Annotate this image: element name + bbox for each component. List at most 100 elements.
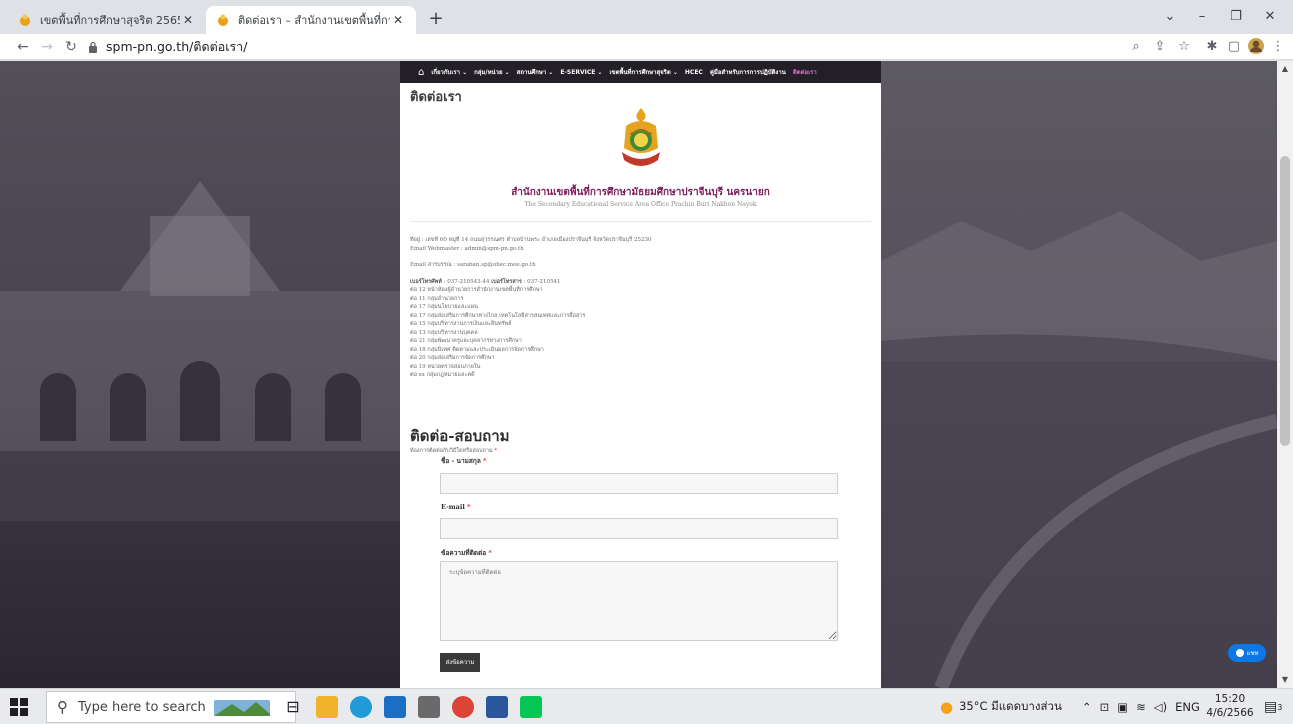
share-icon[interactable]: ⇪	[1150, 37, 1170, 57]
saraban-email-text: Email สารบรรณ : saraban.sp@obec.moe.go.t…	[410, 262, 536, 268]
clock-time: 15:20	[1214, 693, 1246, 705]
required-marker: *	[492, 448, 498, 454]
network-icon[interactable]: ⊡	[1100, 700, 1110, 714]
search-placeholder: Type here to search	[78, 699, 206, 715]
section-divider	[410, 221, 871, 222]
fax-label: เบอร์โทรสาร	[491, 278, 522, 285]
display-icon[interactable]: ▣	[1117, 700, 1128, 714]
name-field-label: ชื่อ - นามสกุล *	[441, 456, 486, 466]
site-favicon-icon	[218, 14, 228, 26]
form-hint-text: ท้องการติดต่อกับวิธีใดหรือสอบถาม	[410, 448, 493, 454]
webmaster-email-text: Email Webmaster : admin@spm-pn.go.th	[410, 245, 524, 252]
nav-item-manual[interactable]: คู่มือสำหรับการการปฏิบัติงาน	[710, 67, 786, 77]
mail-app-icon[interactable]	[384, 696, 406, 718]
required-marker: *	[486, 549, 492, 557]
extensions-icon[interactable]: ✱	[1202, 37, 1222, 57]
close-tab-icon[interactable]: ✕	[390, 13, 406, 27]
profile-avatar[interactable]	[1246, 37, 1266, 57]
address-text: ที่อยู่ : เลขที่ 60 หมู่ที่ 14 ถนนสุวรรณ…	[410, 237, 652, 243]
search-icon: ⚲	[57, 698, 68, 716]
notification-count: 3	[1277, 702, 1283, 712]
scrollbar-thumb[interactable]	[1280, 156, 1290, 446]
nav-item-about[interactable]: เกี่ยวกับเรา ⌄	[431, 67, 467, 77]
browser-toolbar: ← → ↻ spm-pn.go.th/ติดต่อเรา/ ⌕ ⇪ ☆ ✱ ▢ …	[0, 34, 1293, 60]
avatar-icon	[1248, 38, 1264, 54]
phone-line: เบอร์โทรศัพท์ : 037-210543-44 เบอร์โทรสา…	[410, 278, 871, 287]
site-navigation-bar: ⌂ เกี่ยวกับเรา ⌄ กลุ่ม/หน่วย ⌄ สถานศึกษา…	[400, 61, 881, 83]
close-tab-icon[interactable]: ✕	[180, 13, 196, 27]
word-app-icon[interactable]	[486, 696, 508, 718]
volume-icon[interactable]: ◁)	[1154, 700, 1167, 714]
page-scrollbar[interactable]: ▲ ▼	[1277, 61, 1293, 688]
scanner-app-icon[interactable]	[418, 696, 440, 718]
windows-taskbar: ⚲ Type here to search ⊟ ● 35°C มีแดดบางส…	[0, 688, 1293, 724]
message-field-label: ข้อความที่ติดต่อ *	[441, 548, 492, 558]
background-landscape-image	[881, 61, 1279, 688]
browser-tab-1[interactable]: เขตพื้นที่การศึกษาสุจริต 2565 – สำนั ✕	[8, 6, 206, 34]
browser-tab-2-title: ติดต่อเรา – สำนักงานเขตพื้นที่การศึกษ	[238, 14, 390, 27]
extension-list-item: ต่อ 17 กลุ่มส่งเสริมการศึกษาทางไกล เทคโน…	[410, 312, 586, 319]
nav-item-schools[interactable]: สถานศึกษา ⌄	[517, 67, 554, 77]
name-label-text: ชื่อ - นามสกุล	[441, 457, 481, 465]
email-input[interactable]	[440, 518, 838, 539]
palace-illustration	[0, 181, 400, 521]
nav-item-integrity[interactable]: เขตพื้นที่การศึกษาสุจริต ⌄	[609, 67, 677, 77]
page-content: ⌂ เกี่ยวกับเรา ⌄ กลุ่ม/หน่วย ⌄ สถานศึกษา…	[400, 61, 881, 688]
page-title: ติดต่อเรา	[410, 90, 462, 105]
extension-list-item: ต่อ 18 กลุ่มนิเทศ ติดตามและประเมินผลการจ…	[410, 346, 544, 353]
bookmark-star-icon[interactable]: ☆	[1174, 37, 1194, 57]
chrome-browser-icon[interactable]	[452, 696, 474, 718]
task-view-icon[interactable]: ⊟	[282, 696, 304, 718]
zoom-icon[interactable]: ⌕	[1126, 37, 1146, 57]
nav-item-groups[interactable]: กลุ่ม/หน่วย ⌄	[474, 67, 510, 77]
page-viewport: ⌂ เกี่ยวกับเรา ⌄ กลุ่ม/หน่วย ⌄ สถานศึกษา…	[0, 61, 1293, 688]
required-marker: *	[464, 503, 471, 511]
clock-date: 4/6/2566	[1206, 707, 1254, 719]
phone-number: : 037-210543-44	[441, 278, 492, 285]
reload-icon[interactable]: ↻	[60, 36, 82, 58]
address-bar[interactable]: spm-pn.go.th/ติดต่อเรา/	[88, 35, 1088, 59]
system-tray: ⌃ ⊡ ▣ ≋ ◁) ENG	[1082, 689, 1200, 724]
show-hidden-icons-icon[interactable]: ⌃	[1082, 700, 1092, 714]
wifi-icon[interactable]: ≋	[1136, 700, 1146, 714]
lock-icon	[89, 41, 97, 53]
browser-menu-icon[interactable]: ⋮	[1268, 37, 1288, 57]
close-window-button[interactable]: ✕	[1250, 4, 1290, 30]
taskbar-clock[interactable]: 15:20 4/6/2566	[1202, 692, 1258, 720]
browser-tab-2[interactable]: ติดต่อเรา – สำนักงานเขตพื้นที่การศึกษ ✕	[206, 6, 416, 34]
chat-bubble-icon	[1235, 649, 1244, 657]
new-tab-button[interactable]: +	[424, 8, 448, 32]
line-app-icon[interactable]	[520, 696, 542, 718]
taskbar-news-widget-icon[interactable]	[214, 696, 270, 718]
forward-arrow-icon[interactable]: →	[36, 36, 58, 58]
mountain-illustration	[881, 211, 1279, 688]
browser-tab-strip: เขตพื้นที่การศึกษาสุจริต 2565 – สำนั ✕ ต…	[0, 0, 1293, 34]
contact-info-block: ที่อยู่ : เลขที่ 60 หมู่ที่ 14 ถนนสุวรรณ…	[410, 236, 871, 380]
extension-list-item: ต่อ 11 กลุ่มอำนวยการ	[410, 295, 464, 302]
email-field-label: E-mail *	[441, 503, 470, 511]
edge-browser-icon[interactable]	[350, 696, 372, 718]
scroll-down-arrow-icon[interactable]: ▼	[1277, 675, 1293, 684]
nav-item-hcec[interactable]: HCEC	[685, 69, 703, 76]
weather-text: 35°C มีแดดบางส่วน	[959, 699, 1062, 713]
notifications-icon[interactable]: ▤ 3	[1264, 689, 1282, 724]
file-explorer-icon[interactable]	[316, 696, 338, 718]
background-palace-image	[0, 61, 400, 688]
windows-start-icon[interactable]	[10, 698, 28, 716]
home-icon[interactable]: ⌂	[418, 67, 424, 78]
site-favicon-icon	[20, 14, 30, 26]
side-panel-icon[interactable]: ▢	[1224, 37, 1244, 57]
back-arrow-icon[interactable]: ←	[12, 36, 34, 58]
weather-sun-icon: ●	[940, 698, 954, 716]
browser-tab-1-title: เขตพื้นที่การศึกษาสุจริต 2565 – สำนั	[40, 14, 180, 27]
scroll-up-arrow-icon[interactable]: ▲	[1277, 64, 1293, 73]
message-textarea[interactable]	[440, 561, 838, 641]
submit-message-button[interactable]: ส่งข้อความ	[440, 653, 480, 672]
nav-item-contact[interactable]: ติดต่อเรา	[793, 67, 817, 77]
nav-item-eservice[interactable]: E-SERVICE ⌄	[560, 69, 602, 76]
chat-widget-button[interactable]: แชท	[1228, 644, 1266, 662]
weather-widget[interactable]: ● 35°C มีแดดบางส่วน	[940, 689, 1062, 724]
name-input[interactable]	[440, 473, 838, 494]
language-indicator[interactable]: ENG	[1175, 700, 1200, 714]
office-emblem-logo	[622, 108, 660, 166]
